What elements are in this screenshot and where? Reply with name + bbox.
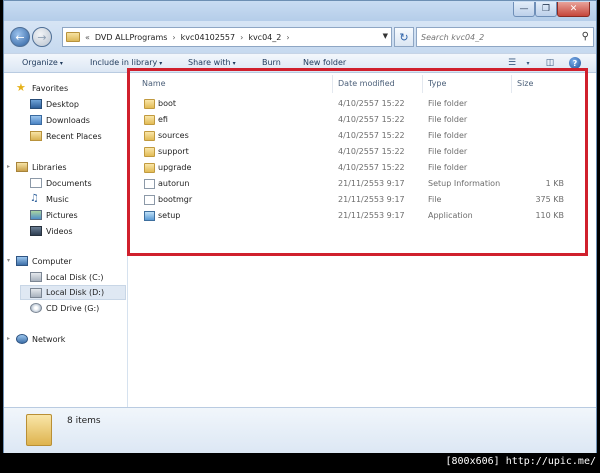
- file-row[interactable]: autorun 21/11/2553 9:17 Setup Information 1…: [142, 177, 572, 192]
- explorer-window: — ❐ ✕ ← → « DVD ALLPrograms › kvc0410255…: [3, 0, 597, 454]
- nav-item-pictures[interactable]: Pictures: [30, 208, 78, 222]
- folder-icon: [144, 131, 155, 141]
- file-row[interactable]: efi 4/10/2557 15:22 File folder: [142, 113, 572, 128]
- hard-disk-icon: [30, 272, 42, 282]
- close-button[interactable]: ✕: [557, 2, 590, 17]
- column-name[interactable]: Name: [142, 79, 166, 88]
- music-icon: ♫: [30, 193, 39, 204]
- computer-icon: [16, 256, 28, 266]
- breadcrumb-kvc04-2[interactable]: kvc04_2: [245, 33, 284, 42]
- setup-information-icon: [144, 179, 155, 189]
- breadcrumb-separator-icon[interactable]: ›: [170, 33, 177, 42]
- network-icon: [16, 334, 28, 344]
- refresh-button[interactable]: ↻: [394, 27, 414, 47]
- expand-network-icon[interactable]: ▸: [7, 335, 10, 342]
- nav-item-recent-places[interactable]: Recent Places: [30, 129, 102, 143]
- organize-button[interactable]: Organize ▾: [22, 58, 63, 67]
- search-box[interactable]: ⚲: [416, 27, 594, 47]
- view-options-icon[interactable]: ☰: [504, 56, 520, 70]
- file-row[interactable]: bootmgr 21/11/2553 9:17 File 375 KB: [142, 193, 572, 208]
- back-button[interactable]: ←: [10, 27, 30, 47]
- nav-item-desktop[interactable]: Desktop: [30, 97, 79, 111]
- hard-disk-icon: [30, 287, 42, 298]
- title-bar: — ❐ ✕: [4, 1, 596, 21]
- file-icon: [144, 195, 155, 205]
- desktop-icon: [30, 99, 42, 109]
- star-icon: ★: [16, 81, 26, 94]
- watermark: [800x606] http://upic.me/: [445, 456, 596, 467]
- new-folder-button[interactable]: New folder: [303, 58, 346, 67]
- details-pane: 8 items: [4, 407, 596, 454]
- search-input[interactable]: [421, 32, 571, 42]
- address-row: ← → « DVD ALLPrograms › kvc04102557 › kv…: [4, 21, 596, 53]
- file-list: Name Date modified Type Size boot 4/10/25…: [128, 73, 596, 407]
- nav-item-local-disk-d[interactable]: Local Disk (D:): [20, 285, 126, 300]
- collapse-computer-icon[interactable]: ▾: [7, 257, 10, 264]
- chevron-down-icon: ▾: [232, 60, 236, 67]
- chevron-down-icon: ▾: [59, 60, 63, 67]
- folder-icon: [26, 414, 52, 446]
- file-row[interactable]: upgrade 4/10/2557 15:22 File folder: [142, 161, 572, 176]
- breadcrumb-separator-icon[interactable]: ›: [284, 33, 291, 42]
- file-row[interactable]: boot 4/10/2557 15:22 File folder: [142, 97, 572, 112]
- column-date-modified[interactable]: Date modified: [338, 79, 395, 88]
- command-bar: Organize ▾ Include in library ▾ Share with…: [4, 53, 596, 73]
- forward-button[interactable]: →: [32, 27, 52, 47]
- forward-arrow-icon: →: [37, 30, 47, 44]
- recent-places-icon: [30, 131, 42, 141]
- navigation-pane: ★ Favorites Desktop Downloads Recent Plac…: [4, 73, 128, 407]
- history-chevron-icon[interactable]: «: [83, 33, 92, 42]
- column-type[interactable]: Type: [428, 79, 446, 88]
- application-icon: [144, 211, 155, 221]
- nav-computer[interactable]: Computer: [16, 254, 72, 268]
- cd-drive-icon: [30, 303, 42, 313]
- nav-item-videos[interactable]: Videos: [30, 224, 73, 238]
- folder-icon: [66, 32, 80, 42]
- chevron-down-icon: ▾: [159, 60, 163, 67]
- breadcrumb-dvd-allprograms[interactable]: DVD ALLPrograms: [92, 33, 171, 42]
- address-bar[interactable]: « DVD ALLPrograms › kvc04102557 › kvc04_…: [62, 27, 392, 47]
- folder-icon: [144, 99, 155, 109]
- view-dropdown-icon[interactable]: ▾: [520, 56, 536, 70]
- folder-icon: [144, 147, 155, 157]
- column-divider[interactable]: [332, 75, 333, 93]
- item-count: 8 items: [67, 416, 101, 426]
- column-divider[interactable]: [422, 75, 423, 93]
- breadcrumb-separator-icon[interactable]: ›: [238, 33, 245, 42]
- include-in-library-button[interactable]: Include in library ▾: [90, 58, 162, 67]
- downloads-icon: [30, 115, 42, 125]
- videos-icon: [30, 226, 42, 236]
- search-icon[interactable]: ⚲: [582, 31, 589, 42]
- address-dropdown-icon[interactable]: ▼: [383, 32, 388, 40]
- nav-network[interactable]: Network: [16, 332, 65, 346]
- nav-item-downloads[interactable]: Downloads: [30, 113, 90, 127]
- pictures-icon: [30, 210, 42, 220]
- refresh-icon: ↻: [399, 30, 409, 44]
- nav-item-music[interactable]: ♫ Music: [30, 192, 69, 206]
- back-arrow-icon: ←: [15, 30, 25, 44]
- preview-pane-icon[interactable]: ◫: [542, 56, 558, 70]
- file-row[interactable]: support 4/10/2557 15:22 File folder: [142, 145, 572, 160]
- share-with-button[interactable]: Share with ▾: [188, 58, 236, 67]
- file-row[interactable]: setup 21/11/2553 9:17 Application 110 KB: [142, 209, 572, 224]
- nav-item-documents[interactable]: Documents: [30, 176, 92, 190]
- documents-icon: [30, 178, 42, 188]
- breadcrumb-kvc04102557[interactable]: kvc04102557: [178, 33, 238, 42]
- nav-item-cd-drive-g[interactable]: CD Drive (G:): [30, 301, 99, 315]
- nav-libraries[interactable]: Libraries: [16, 160, 67, 174]
- column-size[interactable]: Size: [517, 79, 533, 88]
- file-row[interactable]: sources 4/10/2557 15:22 File folder: [142, 129, 572, 144]
- minimize-button[interactable]: —: [513, 2, 535, 17]
- folder-icon: [144, 115, 155, 125]
- expand-libraries-icon[interactable]: ▸: [7, 163, 10, 170]
- folder-icon: [144, 163, 155, 173]
- help-icon[interactable]: ?: [569, 57, 581, 69]
- burn-button[interactable]: Burn: [262, 58, 281, 67]
- nav-item-local-disk-c[interactable]: Local Disk (C:): [30, 270, 104, 284]
- nav-favorites[interactable]: ★ Favorites: [16, 81, 68, 95]
- column-divider[interactable]: [511, 75, 512, 93]
- libraries-icon: [16, 162, 28, 172]
- maximize-button[interactable]: ❐: [535, 2, 557, 17]
- watermark-strip: [800x606] http://upic.me/: [0, 453, 600, 473]
